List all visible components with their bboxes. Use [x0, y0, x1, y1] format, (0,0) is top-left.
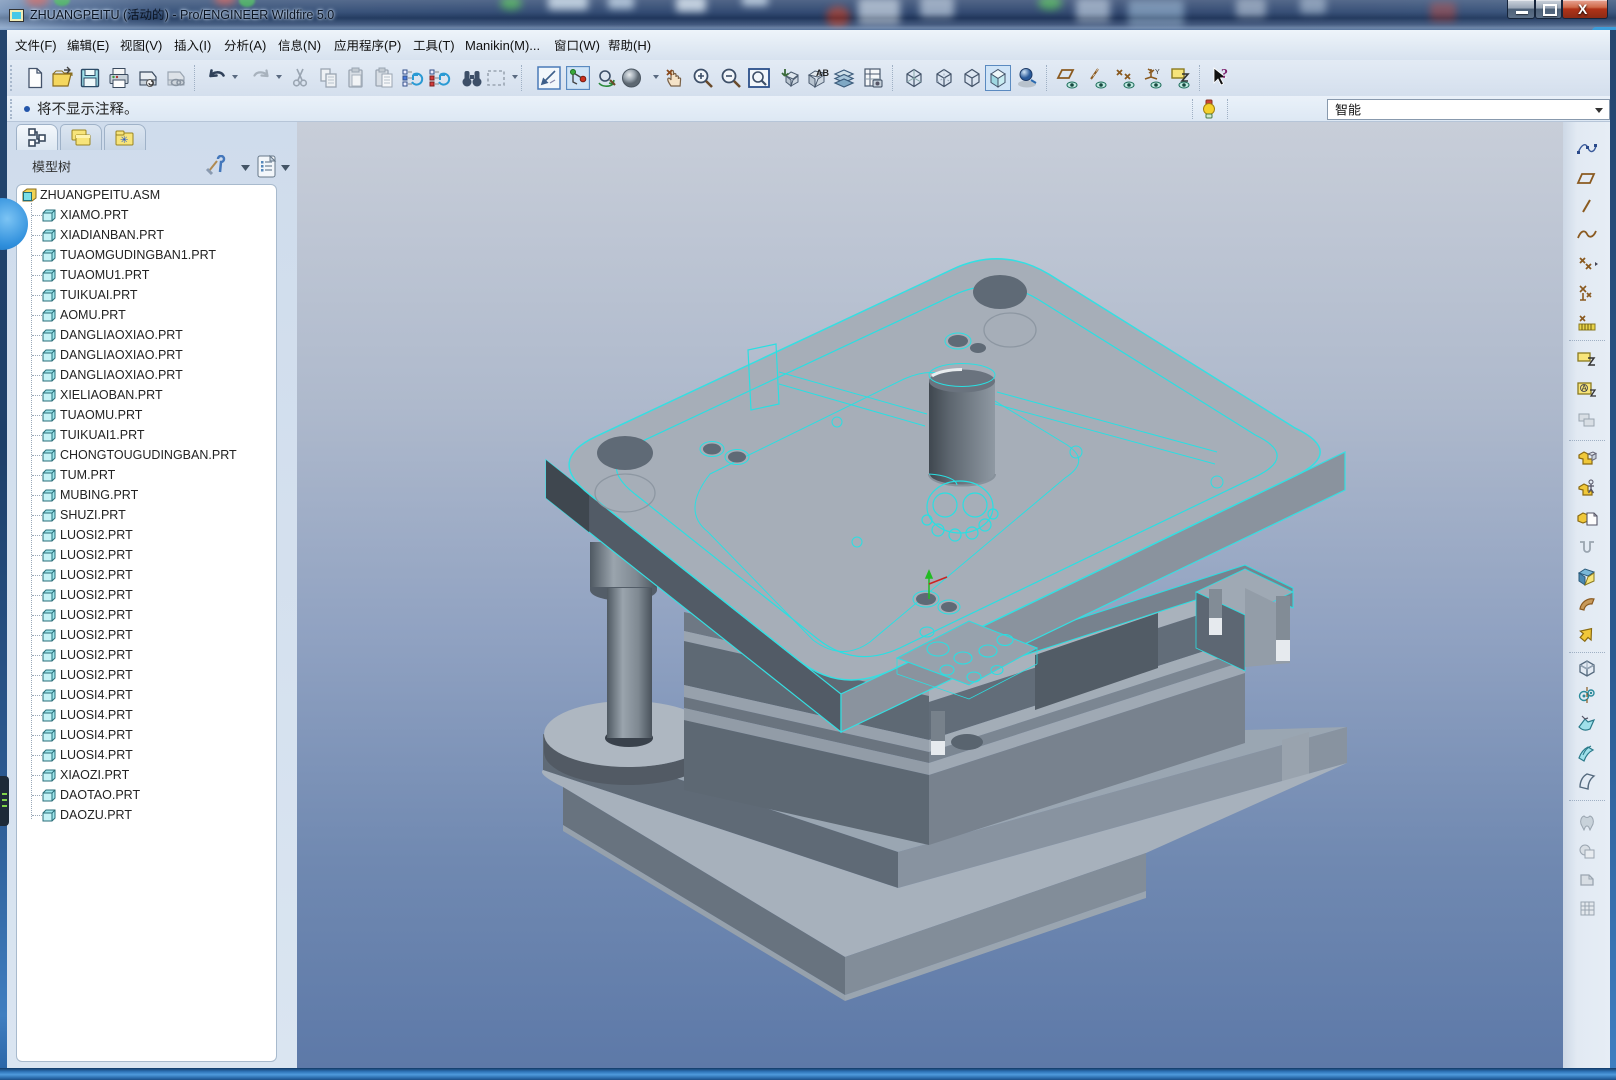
svg-text:✳: ✳: [120, 135, 128, 146]
svg-text:?: ?: [1221, 67, 1228, 82]
svg-text:Y: Y: [1155, 69, 1160, 76]
svg-text:AB: AB: [816, 68, 829, 78]
svg-text:A: A: [1582, 384, 1588, 393]
